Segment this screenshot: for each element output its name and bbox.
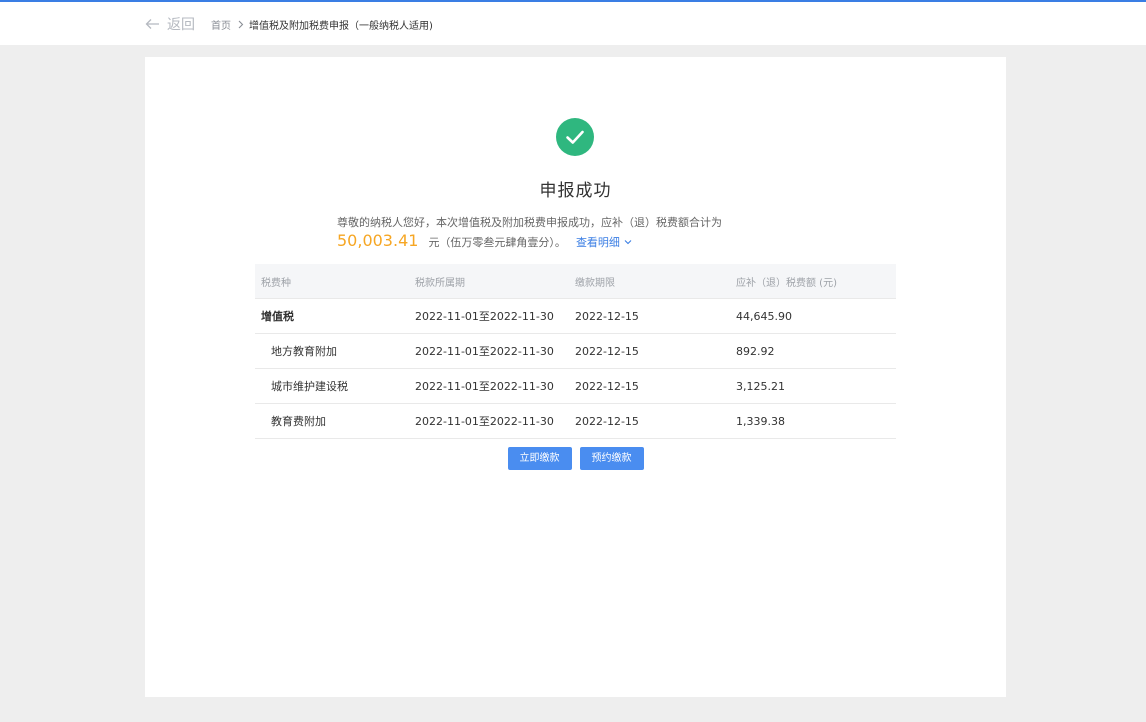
view-detail-link[interactable]: 查看明细 xyxy=(576,234,632,250)
breadcrumb: 首页 增值税及附加税费申报（一般纳税人适用) xyxy=(211,17,433,32)
action-buttons: 立即缴款 预约缴款 xyxy=(145,447,1006,470)
result-message: 尊敬的纳税人您好，本次增值税及附加税费申报成功，应补（退）税费额合计为 xyxy=(337,216,722,229)
chevron-right-icon xyxy=(238,20,244,29)
cell-tax-period: 2022-11-01至2022-11-30 xyxy=(415,310,554,323)
breadcrumb-home[interactable]: 首页 xyxy=(211,17,231,32)
header-tax-period: 税款所属期 xyxy=(415,277,465,289)
cell-amount: 3,125.21 xyxy=(736,379,785,393)
cell-tax-period: 2022-11-01至2022-11-30 xyxy=(415,345,554,358)
view-detail-label: 查看明细 xyxy=(575,236,620,249)
cell-payment-deadline: 2022-12-15 xyxy=(575,414,639,428)
header-tax-type: 税费种 xyxy=(261,277,291,289)
pay-now-button[interactable]: 立即缴款 xyxy=(507,447,572,470)
cell-tax-type: 增值税 xyxy=(261,310,294,323)
cell-tax-type: 地方教育附加 xyxy=(271,345,337,358)
header-amount: 应补（退）税费额 (元) xyxy=(736,277,837,289)
table-header: 税费种 税款所属期 缴款期限 应补（退）税费额 (元) xyxy=(255,264,896,299)
cell-payment-deadline: 2022-12-15 xyxy=(575,379,639,393)
cell-tax-type: 城市维护建设税 xyxy=(271,380,348,393)
top-navigation-bar: 返回 首页 增值税及附加税费申报（一般纳税人适用) xyxy=(0,2,1146,45)
back-button[interactable]: 返回 xyxy=(145,14,195,34)
cell-payment-deadline: 2022-12-15 xyxy=(575,309,639,323)
table-row: 增值税 2022-11-01至2022-11-30 2022-12-15 44,… xyxy=(255,299,896,334)
table-row: 地方教育附加 2022-11-01至2022-11-30 2022-12-15 … xyxy=(255,334,896,369)
amount-in-words: 元（伍万零叁元肆角壹分）。 xyxy=(428,236,566,249)
header-payment-deadline: 缴款期限 xyxy=(575,277,615,289)
arrow-left-icon xyxy=(145,19,159,29)
tax-detail-table: 税费种 税款所属期 缴款期限 应补（退）税费额 (元) 增值税 2022-11-… xyxy=(255,264,896,439)
cell-payment-deadline: 2022-12-15 xyxy=(575,344,639,358)
back-label: 返回 xyxy=(167,17,195,33)
cell-tax-period: 2022-11-01至2022-11-30 xyxy=(415,380,554,393)
chevron-down-icon xyxy=(624,240,632,245)
breadcrumb-current: 增值税及附加税费申报（一般纳税人适用) xyxy=(249,21,433,32)
result-title: 申报成功 xyxy=(539,181,612,201)
cell-tax-type: 教育费附加 xyxy=(271,415,326,428)
cell-amount: 892.92 xyxy=(736,344,775,358)
total-amount: 50,003.41 xyxy=(337,231,419,250)
cell-tax-period: 2022-11-01至2022-11-30 xyxy=(415,415,554,428)
check-circle-icon xyxy=(556,118,594,156)
amount-line: 50,003.41 元（伍万零叁元肆角壹分）。 查看明细 xyxy=(337,231,632,250)
table-row: 教育费附加 2022-11-01至2022-11-30 2022-12-15 1… xyxy=(255,404,896,439)
schedule-payment-button[interactable]: 预约缴款 xyxy=(579,447,644,470)
cell-amount: 1,339.38 xyxy=(736,414,785,428)
cell-amount: 44,645.90 xyxy=(736,309,792,323)
table-row: 城市维护建设税 2022-11-01至2022-11-30 2022-12-15… xyxy=(255,369,896,404)
result-card: 申报成功 尊敬的纳税人您好，本次增值税及附加税费申报成功，应补（退）税费额合计为… xyxy=(145,57,1006,697)
